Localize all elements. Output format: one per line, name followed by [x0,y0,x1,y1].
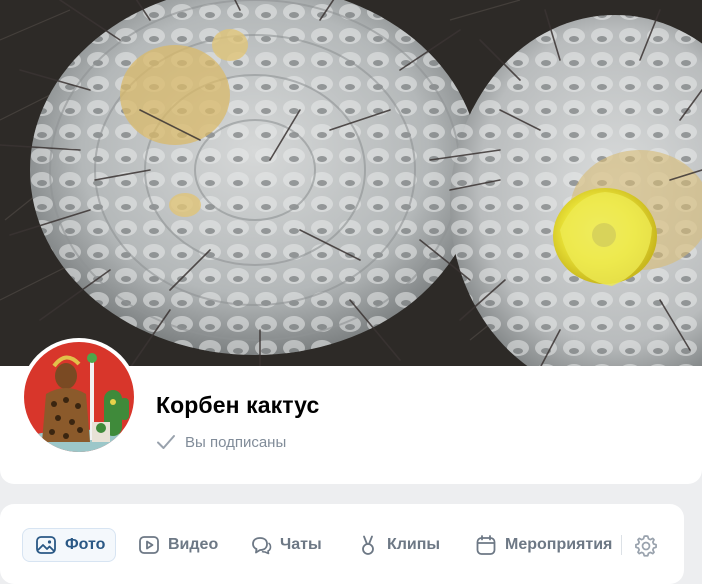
tab-events[interactable]: Мероприятия [463,528,622,562]
photo-icon [35,534,57,556]
tab-chats-label: Чаты [280,536,322,553]
gear-icon [633,533,659,559]
tab-video-label: Видео [168,536,219,553]
events-icon [475,534,497,556]
tab-photo[interactable]: Фото [22,528,117,562]
chats-icon [250,534,272,556]
tab-clips-label: Клипы [387,536,441,553]
tabs-divider [621,535,622,555]
tab-chats[interactable]: Чаты [238,528,332,562]
tab-video[interactable]: Видео [126,528,228,562]
check-icon [156,434,185,450]
group-name: Корбен кактус [156,392,320,418]
tab-photo-label: Фото [65,536,106,553]
subscription-status-button[interactable]: Вы подписаны [156,430,286,454]
tab-clips[interactable]: Клипы [345,528,450,562]
subscription-status-label: Вы подписаны [185,433,287,451]
avatar[interactable] [20,338,138,456]
clips-icon [357,534,379,556]
video-icon [138,534,160,556]
tab-events-label: Мероприятия [505,536,613,553]
settings-button[interactable] [633,533,659,559]
cover-image [0,0,702,368]
